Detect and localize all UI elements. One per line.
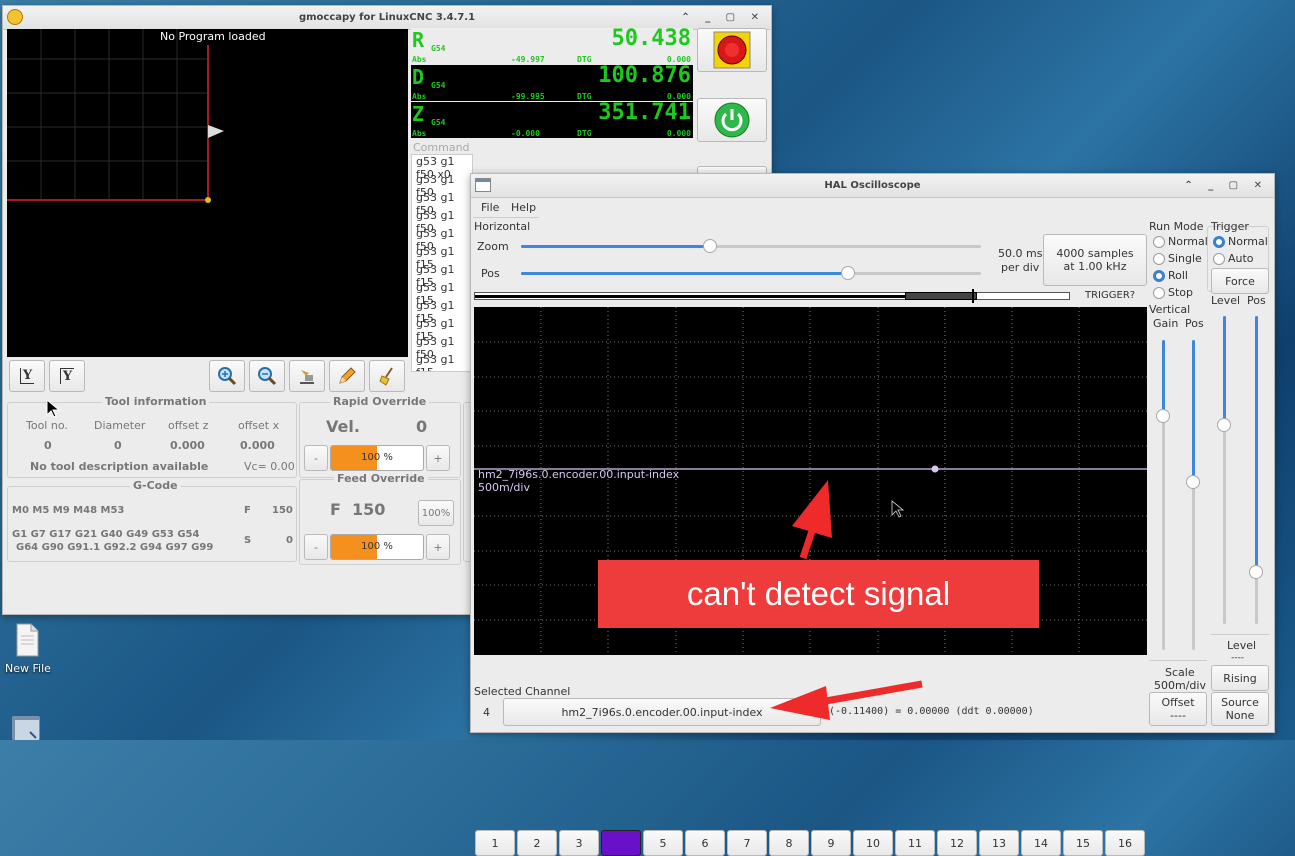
channel-label: 7: [743, 836, 751, 850]
channel-button[interactable]: 3: [559, 830, 599, 856]
channel-button[interactable]: 6: [685, 830, 725, 856]
channel-button[interactable]: 1: [475, 830, 515, 856]
channel-button[interactable]: 10: [853, 830, 893, 856]
channel-label: 9: [827, 836, 835, 850]
channel-label: 4: [617, 836, 625, 850]
channel-label: 13: [992, 836, 1006, 850]
channel-label: 5: [659, 836, 667, 850]
channel-button[interactable]: 11: [895, 830, 935, 856]
channel-button[interactable]: 16: [1105, 830, 1145, 856]
channel-label: 6: [701, 836, 709, 850]
channel-label: 3: [575, 836, 583, 850]
arrow-left-shaft: [819, 680, 923, 706]
channel-label: 8: [785, 836, 793, 850]
channel-label: 15: [1076, 836, 1090, 850]
channel-label: 11: [908, 836, 922, 850]
channel-label: 1: [491, 836, 499, 850]
channel-button[interactable]: 2: [517, 830, 557, 856]
channel-button[interactable]: 5: [643, 830, 683, 856]
channel-button[interactable]: 15: [1063, 830, 1103, 856]
channel-label: 16: [1118, 836, 1132, 850]
channel-button[interactable]: 12: [937, 830, 977, 856]
channel-label: 12: [950, 836, 964, 850]
channel-button[interactable]: 8: [769, 830, 809, 856]
channel-button[interactable]: 14: [1021, 830, 1061, 856]
mouse-pointer-icon: [46, 399, 60, 418]
channel-button-selected[interactable]: 4: [601, 830, 641, 856]
channel-button[interactable]: 9: [811, 830, 851, 856]
channel-button[interactable]: 7: [727, 830, 767, 856]
arrow-up-icon: [792, 480, 832, 538]
arrow-left-icon: [770, 686, 830, 720]
channel-label: 14: [1034, 836, 1048, 850]
annotation-arrows: [770, 480, 923, 720]
channel-label: 10: [866, 836, 880, 850]
arrow-up-shaft: [799, 526, 817, 560]
channel-label: 2: [533, 836, 541, 850]
channel-button[interactable]: 13: [979, 830, 1019, 856]
